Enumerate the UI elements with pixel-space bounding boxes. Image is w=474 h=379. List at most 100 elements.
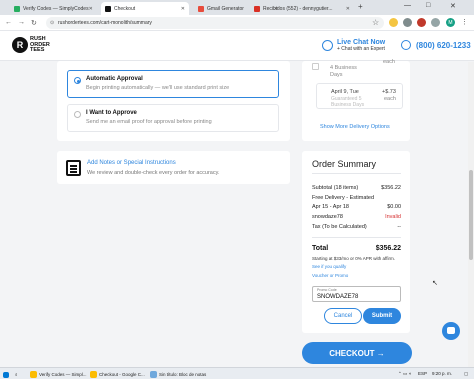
rot-icon [105, 5, 111, 12]
tab-label: Verify Codes — SimplyCodes [23, 5, 89, 12]
manual-approval-radio[interactable] [74, 111, 81, 118]
checkout-button[interactable]: CHECKOUT → [302, 342, 412, 364]
logo-mark: R [12, 37, 28, 54]
manual-approval-option[interactable]: I Want to Approve Send me an email proof… [67, 104, 279, 132]
delivery-row2-price: +$.73 [382, 89, 396, 95]
bookmark-star-icon[interactable]: ☆ [372, 18, 379, 27]
chat-title: Live Chat Now [337, 39, 386, 46]
url-text: rushordertees.com/cart-monolith/summary [58, 20, 152, 26]
close-icon[interactable]: ✕ [346, 6, 350, 12]
affirm-text: Starting at $33/mo or 0% APR with affirm… [312, 256, 395, 261]
promo-code-label: Promo Code [317, 288, 337, 292]
browser-menu-icon[interactable]: ⋮ [461, 18, 468, 26]
delivery-row2-sub: Guaranteed 5 Business Days [331, 96, 365, 108]
phone-link[interactable]: (800) 620-1233 [401, 40, 471, 50]
delivery-row: Free Delivery - Estimated [312, 195, 401, 201]
submit-button[interactable]: Submit [363, 308, 401, 324]
tab-checkout[interactable]: Checkout ✕ [101, 2, 189, 15]
delivery-dates-label: Apr 15 - Apr 18 [312, 204, 349, 210]
promo-code-input[interactable]: Promo Code SNOWDAZE78 [312, 286, 401, 302]
taskbar-label: Checkout - Google C... [99, 372, 145, 377]
user-headset-icon [401, 40, 411, 50]
notes-card [57, 151, 290, 184]
subtotal-row: Subtotal (18 items) $356.22 [312, 185, 401, 191]
phone-number: (800) 620-1233 [416, 40, 471, 50]
tab-verify-codes[interactable]: Verify Codes — SimplyCodes ✕ [10, 2, 96, 15]
scrollbar-thumb[interactable] [469, 170, 473, 260]
chat-bubble-icon[interactable] [442, 322, 460, 340]
forward-icon[interactable]: → [18, 19, 25, 26]
notepad-icon [150, 371, 157, 378]
window-close-icon[interactable]: ✕ [450, 2, 456, 10]
divider [312, 173, 401, 174]
chrome-icon [30, 371, 37, 378]
subtotal-value: $356.22 [381, 185, 401, 191]
extension-icon[interactable] [389, 18, 398, 27]
approval-card: Automatic Approval Begin printing automa… [57, 61, 290, 141]
affirm-qualify-link[interactable]: See if you qualify [312, 264, 346, 269]
delivery-dates-value: $0.00 [387, 204, 401, 210]
logo-text: RUSH ORDER TEES [30, 36, 50, 53]
extension-icon[interactable] [417, 18, 426, 27]
automatic-approval-desc: Begin printing automatically — we'll use… [86, 85, 230, 91]
notifications-icon[interactable]: ▢ [464, 371, 468, 377]
automatic-approval-radio[interactable] [74, 77, 81, 84]
total-label: Total [312, 245, 329, 252]
close-icon[interactable]: ✕ [181, 6, 185, 12]
total-value: $356.22 [375, 245, 401, 252]
delivery-row1-days: 4 Business Days [330, 65, 357, 78]
minimize-icon[interactable]: — [404, 2, 411, 9]
extension-icon[interactable] [403, 18, 412, 27]
more-delivery-options-link[interactable]: Show More Delivery Options [320, 124, 390, 130]
divider [312, 237, 401, 238]
delivery-options-card: 4 Business Days each April 9, Tue Guaran… [302, 59, 410, 141]
profile-avatar[interactable]: M [446, 18, 455, 27]
automatic-approval-option[interactable]: Automatic Approval Begin printing automa… [67, 70, 279, 98]
total-row: Total $356.22 [312, 245, 401, 252]
automatic-approval-title: Automatic Approval [86, 76, 143, 82]
tab-recibidos[interactable]: Recibidos (552) - dennygutier... ✕ [250, 2, 354, 15]
maximize-icon[interactable]: □ [426, 2, 430, 9]
promo-row: snowdaze78 Invalid [312, 214, 401, 220]
tray-icons[interactable]: ⌃ ▭ ◖ [398, 371, 411, 377]
promo-status-invalid: Invalid [385, 214, 401, 220]
notes-icon [66, 160, 81, 176]
start-icon[interactable] [3, 370, 11, 379]
reload-icon[interactable]: ↻ [31, 19, 37, 27]
chrome-icon [90, 371, 97, 378]
language-indicator[interactable]: ESP [418, 371, 427, 376]
taskbar-app-checkout[interactable]: Checkout - Google C... [90, 370, 145, 379]
tax-row: Tax (To be Calculated) -- [312, 224, 401, 230]
manual-approval-title: I Want to Approve [86, 110, 137, 116]
tax-value: -- [397, 224, 401, 230]
cancel-button[interactable]: Cancel [324, 308, 362, 324]
manual-approval-desc: Send me an email proof for approval befo… [86, 119, 212, 125]
back-icon[interactable]: ← [5, 19, 12, 26]
site-logo[interactable]: R RUSH ORDER TEES [12, 36, 50, 54]
delivery-row2-date: April 9, Tue [331, 89, 359, 95]
windows-icon [3, 371, 9, 378]
taskbar-search-icon[interactable]: ⌕ [15, 370, 18, 379]
order-summary-card [302, 151, 410, 333]
taskbar-app-verify[interactable]: Verify Codes — Simpl... [30, 370, 87, 379]
subtotal-label: Subtotal (18 items) [312, 185, 359, 191]
tab-label: Gmail Generator [207, 5, 244, 12]
checkmark-icon [14, 5, 20, 12]
voucher-promo-link[interactable]: Voucher or Promo [312, 273, 348, 278]
site-info-icon[interactable]: ⊙ [50, 20, 54, 26]
close-icon[interactable]: ✕ [89, 6, 93, 12]
url-field[interactable]: ⊙ rushordertees.com/cart-monolith/summar… [46, 17, 384, 29]
delivery-option-row2[interactable]: April 9, Tue Guaranteed 5 Business Days … [316, 83, 403, 109]
add-notes-link[interactable]: Add Notes or Special Instructions [87, 160, 176, 166]
delivery-row1-price: each [383, 59, 395, 65]
os-taskbar: ⌕ Verify Codes — Simpl... Checkout - Goo… [0, 367, 474, 379]
address-bar: ← → ↻ ⊙ rushordertees.com/cart-monolith/… [0, 15, 474, 31]
clock[interactable]: 9:20 p. m. [432, 371, 452, 376]
live-chat-link[interactable]: Live Chat Now + Chat with an Expert [322, 39, 385, 52]
mouse-cursor-icon: ↖ [432, 280, 438, 287]
promo-code-value: SNOWDAZE78 [317, 294, 359, 300]
taskbar-app-notepad[interactable]: Sin título: Bloc de notas [150, 370, 206, 379]
extensions-puzzle-icon[interactable] [431, 18, 440, 27]
delivery-option-checkbox[interactable] [312, 63, 319, 70]
new-tab-icon[interactable]: + [358, 2, 363, 11]
